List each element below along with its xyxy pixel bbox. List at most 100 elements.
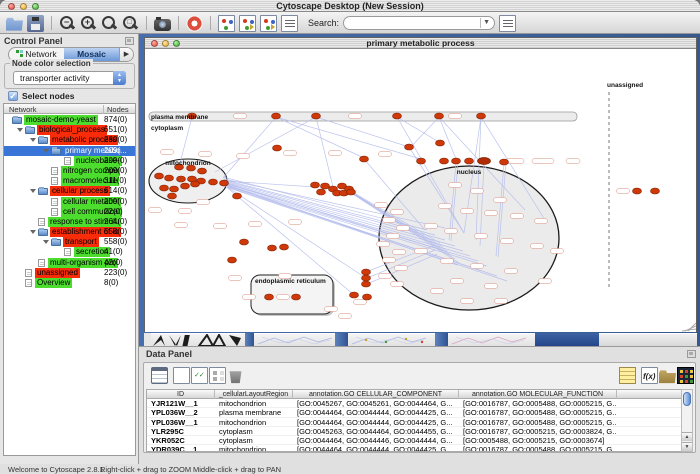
background-window-fragment[interactable] xyxy=(599,333,697,346)
network-node[interactable] xyxy=(311,182,320,188)
select-nodes-checkbox[interactable]: ✓ xyxy=(8,91,18,101)
network-edge[interactable] xyxy=(215,117,316,172)
network-node[interactable] xyxy=(633,188,642,194)
network-edge[interactable] xyxy=(223,117,276,178)
float-panel-icon[interactable] xyxy=(687,350,696,358)
search-input[interactable]: ▼ xyxy=(343,16,495,30)
nucleus-region[interactable] xyxy=(379,166,559,310)
node-color-dropdown[interactable]: transporter activity ▲▼ xyxy=(13,71,126,85)
network-node[interactable] xyxy=(268,245,277,251)
network-edge[interactable] xyxy=(439,117,456,159)
tree-col-nodes[interactable]: Nodes xyxy=(103,105,129,114)
network-node[interactable] xyxy=(273,145,282,151)
new-page-icon[interactable] xyxy=(173,367,190,384)
network-node[interactable] xyxy=(417,158,426,164)
network-node[interactable] xyxy=(170,186,179,192)
open-folder-icon[interactable] xyxy=(6,15,23,32)
fx-icon[interactable] xyxy=(641,367,658,384)
network-edge[interactable] xyxy=(276,117,421,159)
network-canvas[interactable]: plasma membranecytoplasmmitochondrionnuc… xyxy=(145,50,696,332)
network-node[interactable] xyxy=(321,183,330,189)
disclosure-triangle-icon[interactable] xyxy=(30,189,36,193)
trash-icon[interactable] xyxy=(227,367,244,384)
column-header[interactable]: annotation.GO CELLULAR_COMPONENT xyxy=(293,390,459,399)
zoom-out-icon[interactable] xyxy=(59,15,76,32)
network-node[interactable] xyxy=(362,269,371,275)
dropdown-stepper-icon[interactable]: ▲▼ xyxy=(113,71,126,85)
zoom-in-icon[interactable] xyxy=(80,15,97,32)
import-folder-icon[interactable] xyxy=(659,367,676,384)
disclosure-triangle-icon[interactable] xyxy=(17,128,23,132)
heatmap-icon[interactable] xyxy=(677,367,694,384)
zoom-selected-icon[interactable] xyxy=(101,15,118,32)
tree-row[interactable]: cell communicat22(0) xyxy=(4,207,135,217)
tree-row[interactable]: primary metabo209(... xyxy=(4,146,135,156)
search-config-icon[interactable] xyxy=(499,15,516,32)
background-window-fragment[interactable] xyxy=(348,333,435,346)
background-window-fragment[interactable] xyxy=(448,333,535,346)
tree-row[interactable]: metabolic process280(0) xyxy=(4,135,135,145)
disclosure-triangle-icon[interactable] xyxy=(30,230,36,234)
network-node[interactable] xyxy=(435,113,444,119)
column-header[interactable]: annotation.GO MOLECULAR_FUNCTION xyxy=(459,390,617,399)
network-node[interactable] xyxy=(191,181,200,187)
network-node[interactable] xyxy=(233,193,242,199)
vizmapper-icon[interactable] xyxy=(218,15,235,32)
tree-row[interactable]: secretion41(0) xyxy=(4,247,135,257)
network-node[interactable] xyxy=(280,244,289,250)
tree-row-label[interactable]: mosaic-demo-yeast xyxy=(24,115,98,125)
create-view-icon[interactable] xyxy=(239,15,256,32)
network-node[interactable] xyxy=(272,113,281,119)
help-icon[interactable] xyxy=(186,15,203,32)
background-window-fragment[interactable] xyxy=(335,333,348,346)
table-row[interactable]: YJR121W__1mitochondrion[GO:0045267, GO:0… xyxy=(147,399,681,408)
tree-col-network[interactable]: Network xyxy=(9,105,37,114)
network-node[interactable] xyxy=(350,292,359,298)
tree-row[interactable]: transport558(0) xyxy=(4,237,135,247)
table-row[interactable]: YPL036W__1mitochondrion[GO:0044464, GO:0… xyxy=(147,418,681,427)
chevron-down-icon[interactable]: ▼ xyxy=(480,18,492,28)
scrollbar-thumb[interactable] xyxy=(683,392,691,406)
tree-row[interactable]: biological_process651(0) xyxy=(4,125,135,135)
network-node[interactable] xyxy=(405,144,414,150)
network-node[interactable] xyxy=(177,176,186,182)
scroll-down-button[interactable]: ▼ xyxy=(682,442,692,451)
tree-row[interactable]: cellular metabol209(0) xyxy=(4,197,135,207)
camera-icon[interactable] xyxy=(154,19,171,31)
select-attr-icon[interactable] xyxy=(191,367,208,384)
annotation-icon[interactable] xyxy=(281,15,298,32)
create-view-all-icon[interactable] xyxy=(260,15,277,32)
network-node[interactable] xyxy=(165,175,174,181)
background-window-fragment[interactable] xyxy=(254,333,335,346)
network-node[interactable] xyxy=(155,173,164,179)
network-node[interactable] xyxy=(452,158,461,164)
network-node[interactable] xyxy=(393,113,402,119)
network-node[interactable] xyxy=(181,183,190,189)
tree-row[interactable]: macromolecule311(0) xyxy=(4,176,135,186)
unselect-attr-icon[interactable] xyxy=(209,367,226,384)
plasma-membrane-region[interactable] xyxy=(149,112,577,121)
tree-row-label[interactable]: cellular process xyxy=(50,186,110,196)
tree-row[interactable]: mosaic-demo-yeast874(0) xyxy=(4,115,135,125)
tree-row-label[interactable]: transport xyxy=(63,237,99,247)
tab-overflow-button[interactable]: ▶ xyxy=(119,48,133,61)
network-node[interactable] xyxy=(360,156,369,162)
tree-row-label[interactable]: biological_process xyxy=(37,125,107,135)
tree-row[interactable]: cellular process614(0) xyxy=(4,186,135,196)
tree-row[interactable]: response to stimulu264(0) xyxy=(4,217,135,227)
network-node[interactable] xyxy=(209,179,218,185)
network-node[interactable] xyxy=(440,158,449,164)
tree-row[interactable]: establishment of lo558(0) xyxy=(4,227,135,237)
attr-table-icon[interactable] xyxy=(151,367,168,384)
background-window-fragment[interactable] xyxy=(151,333,245,346)
column-header[interactable]: _cellularLayoutRegion xyxy=(215,390,293,399)
network-window-titlebar[interactable]: primary metabolic process xyxy=(145,38,696,49)
network-node[interactable] xyxy=(160,185,169,191)
tree-row[interactable]: nucleobase-209(0) xyxy=(4,156,135,166)
background-window-fragment[interactable] xyxy=(435,333,448,346)
disclosure-triangle-icon[interactable] xyxy=(30,138,36,142)
float-panel-icon[interactable] xyxy=(125,37,134,45)
network-node[interactable] xyxy=(198,168,207,174)
notepad-icon[interactable] xyxy=(619,367,636,384)
network-node[interactable] xyxy=(362,275,371,281)
